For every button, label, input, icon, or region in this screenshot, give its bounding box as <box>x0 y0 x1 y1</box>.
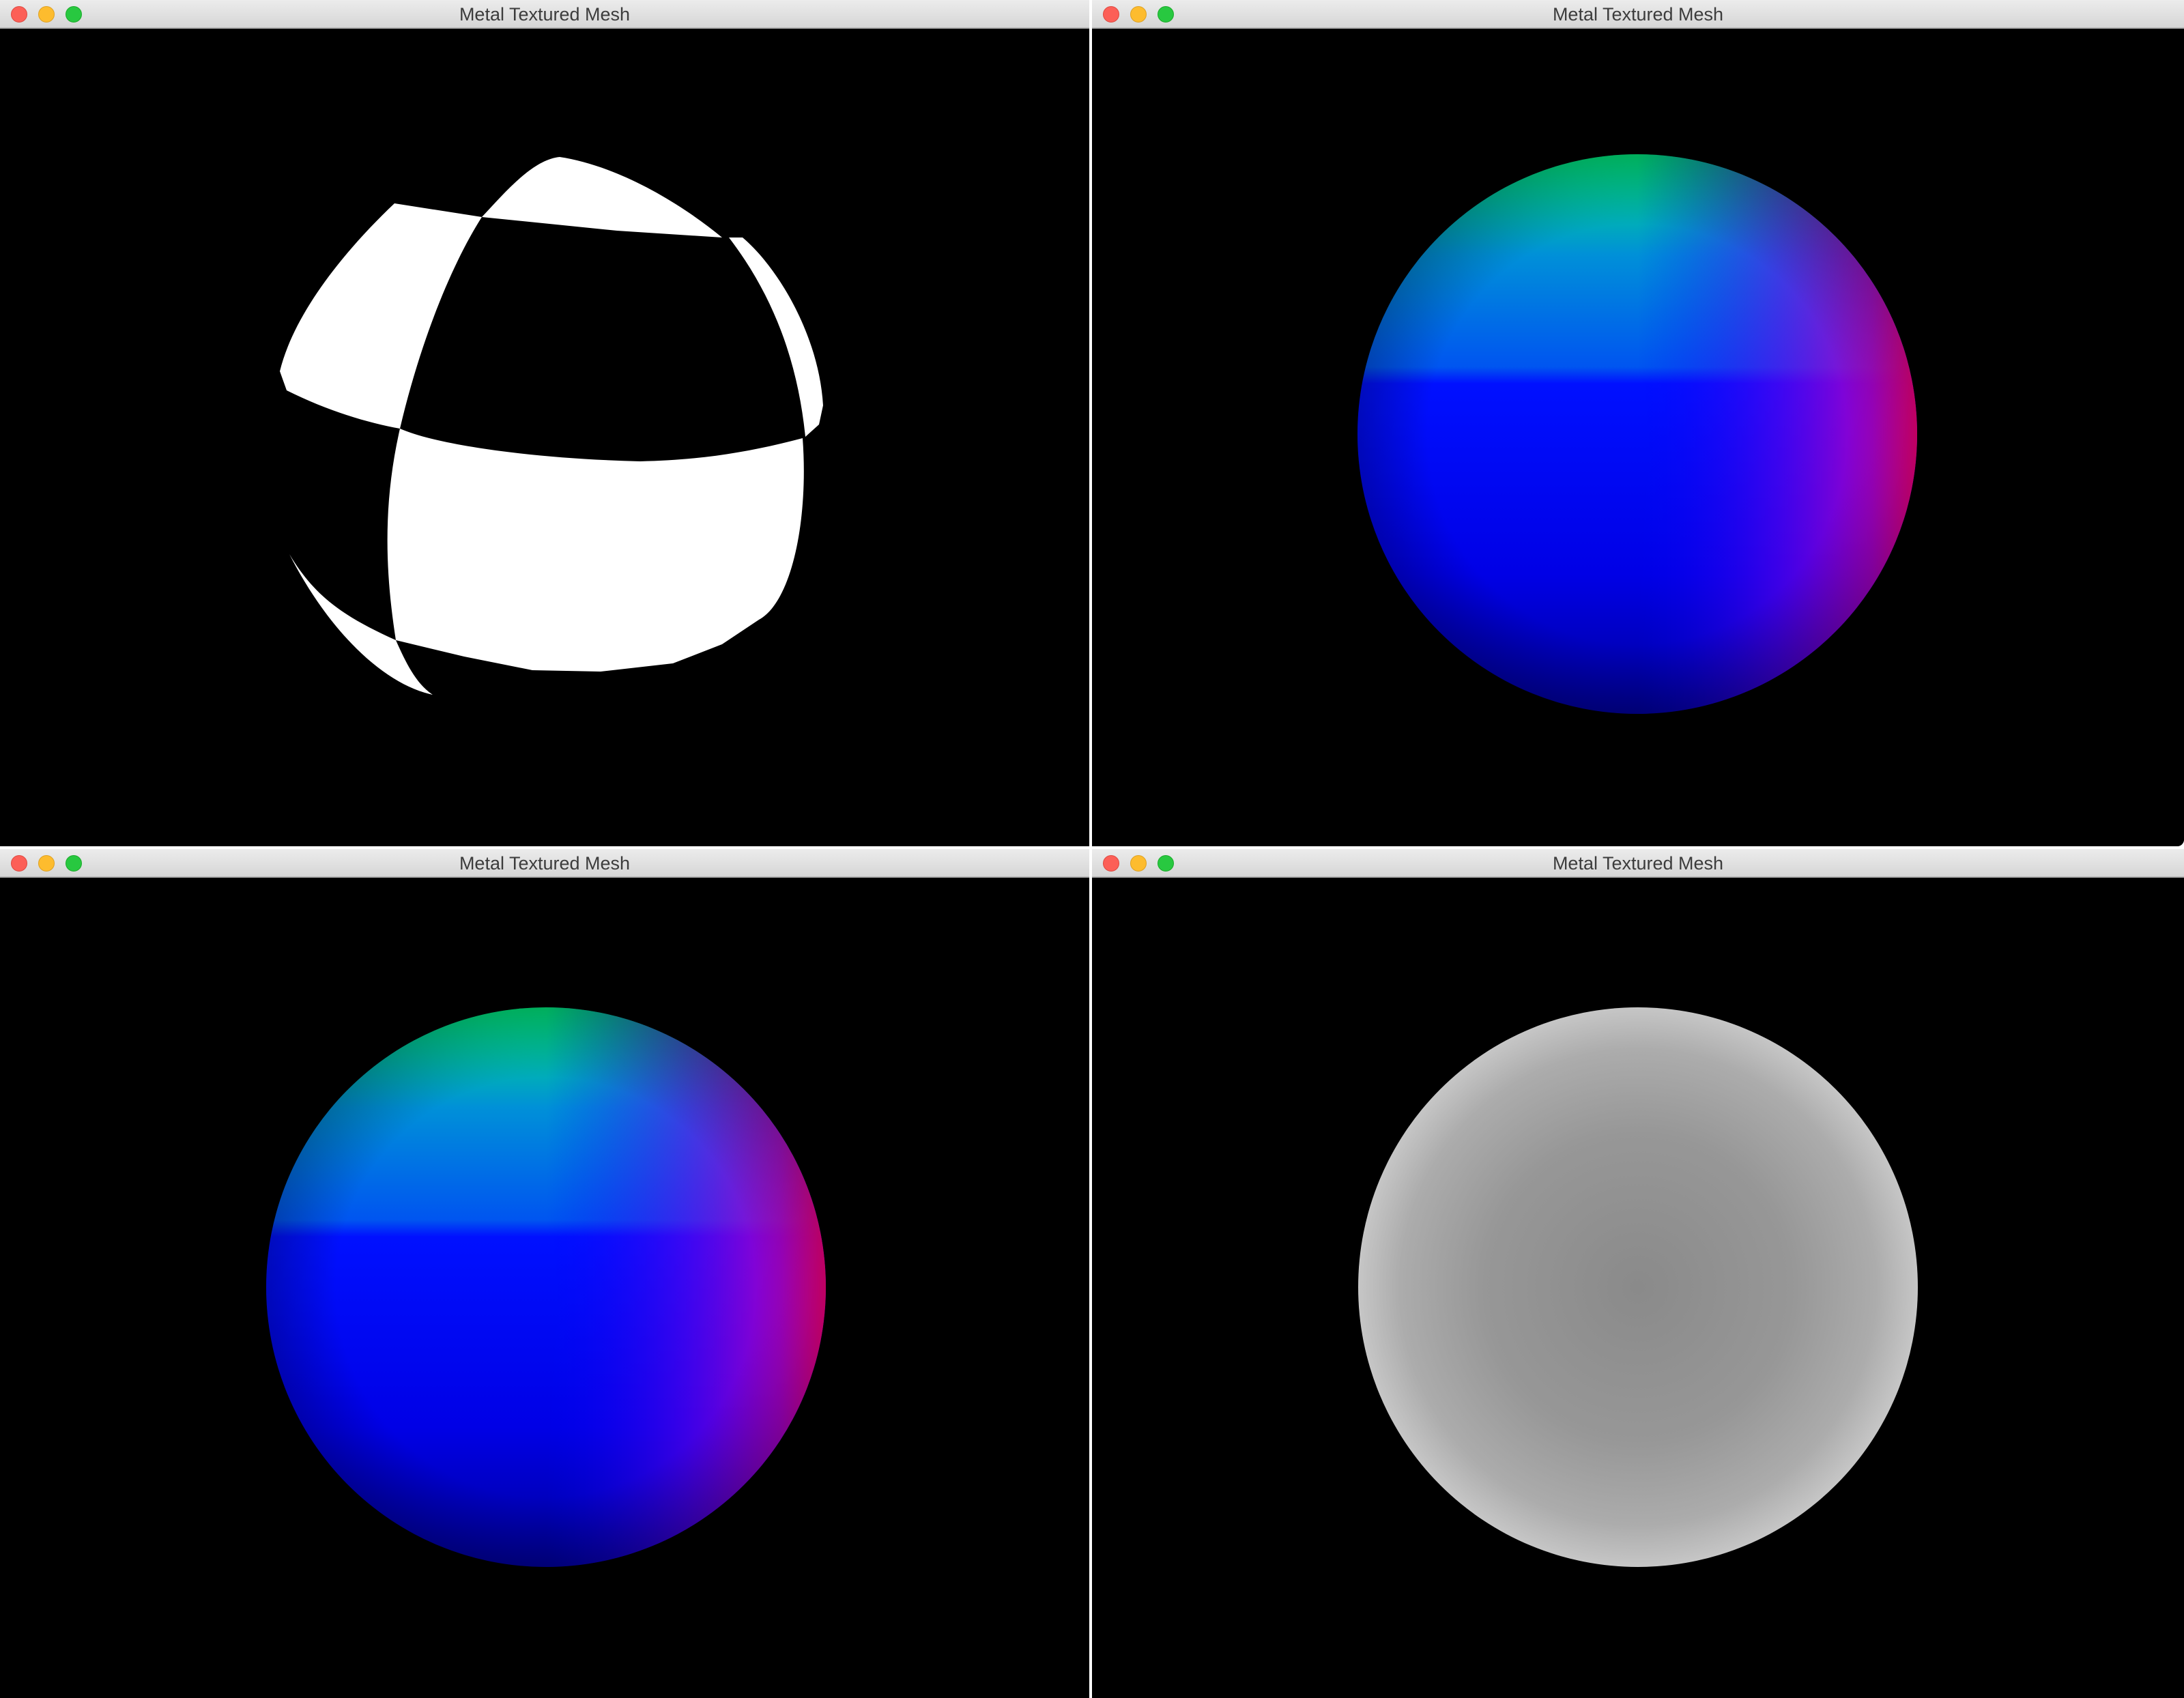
checkered-sphere <box>280 157 823 695</box>
metal-view[interactable] <box>1092 29 2184 846</box>
window-depth[interactable]: Metal Textured Mesh <box>1092 849 2184 1698</box>
checker-patch-bottom-center <box>387 429 804 672</box>
window-title: Metal Textured Mesh <box>1552 853 1724 874</box>
normal-sphere <box>1357 154 1917 714</box>
window-checker[interactable]: Metal Textured Mesh <box>0 0 1089 846</box>
title-bar[interactable]: Metal Textured Mesh <box>0 849 1089 878</box>
normal-sphere <box>266 1007 826 1567</box>
checker-patch-top-center <box>482 157 722 238</box>
checker-patch-top-left <box>280 203 482 429</box>
sphere-shade <box>266 1007 826 1567</box>
depth-sphere <box>1358 1007 1918 1567</box>
metal-view[interactable] <box>1092 878 2184 1698</box>
sphere-base <box>1358 1007 1918 1567</box>
title-bar[interactable]: Metal Textured Mesh <box>1092 849 2184 878</box>
metal-view[interactable] <box>0 29 1089 846</box>
window-title: Metal Textured Mesh <box>1552 4 1724 25</box>
metal-view[interactable] <box>0 878 1089 1698</box>
sphere-shade <box>1357 154 1917 714</box>
window-title: Metal Textured Mesh <box>459 4 631 25</box>
checker-patch-right-sliver <box>729 238 823 437</box>
window-normals-1[interactable]: Metal Textured Mesh <box>1092 0 2184 846</box>
window-normals-2[interactable]: Metal Textured Mesh <box>0 849 1089 1698</box>
window-title: Metal Textured Mesh <box>459 853 631 874</box>
title-bar[interactable]: Metal Textured Mesh <box>0 0 1089 29</box>
title-bar[interactable]: Metal Textured Mesh <box>1092 0 2184 29</box>
